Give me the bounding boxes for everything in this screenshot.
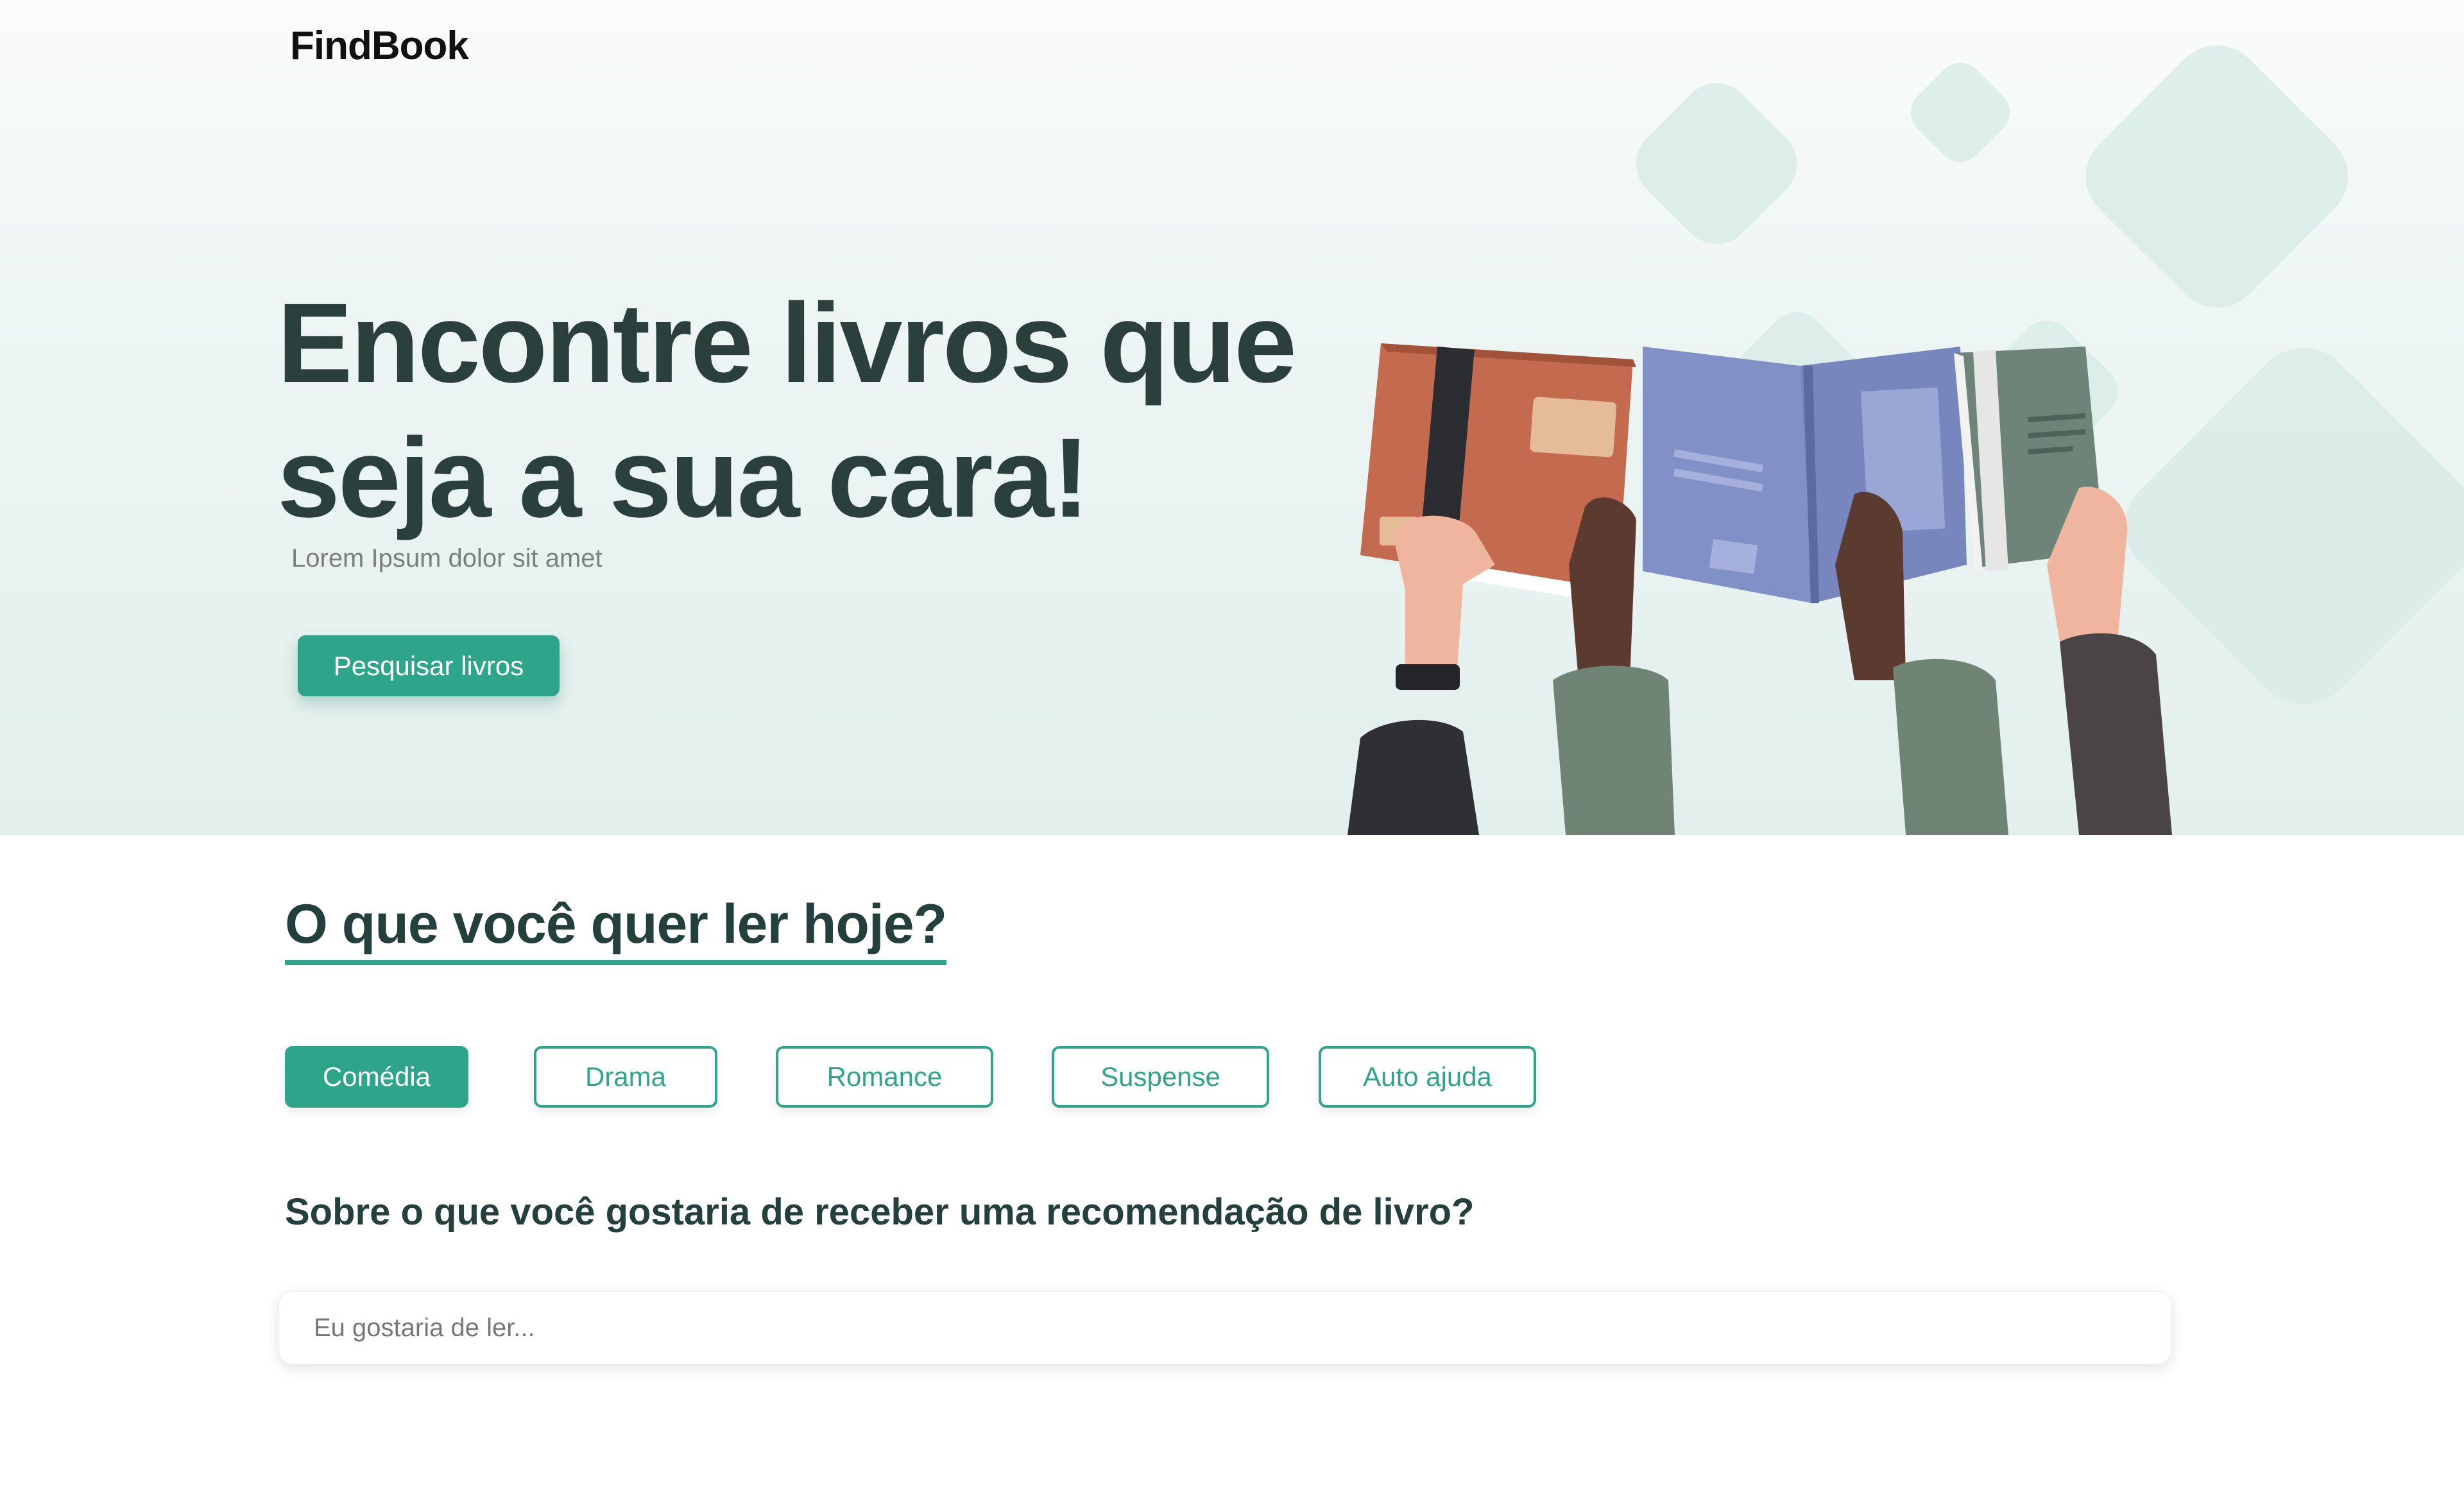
bg-diamond-shape <box>2067 26 2367 327</box>
hero-headline: Encontre livros que seja a sua cara! <box>277 276 1304 545</box>
bg-diamond-shape <box>1621 68 1812 259</box>
hands-holding-books-illustration <box>1348 343 2172 835</box>
genre-chip-auto-ajuda[interactable]: Auto ajuda <box>1319 1046 1536 1108</box>
genre-chip-suspense[interactable]: Suspense <box>1052 1046 1269 1108</box>
genres-title: O que você quer ler hoje? <box>285 892 947 965</box>
hero-headline-line-2: seja a sua cara! <box>277 415 1090 541</box>
hero-section: FindBook Encontre livros que seja a sua … <box>0 0 2464 835</box>
genre-chip-romance[interactable]: Romance <box>776 1046 993 1108</box>
blue-book-icon <box>1643 347 1967 603</box>
genre-chip-comedia[interactable]: Comédia <box>285 1046 468 1108</box>
brand-logo[interactable]: FindBook <box>290 23 469 69</box>
hero-headline-line-1: Encontre livros que <box>277 280 1297 406</box>
hero-subtext: Lorem Ipsum dolor sit amet <box>291 544 603 572</box>
recommendation-input[interactable] <box>278 1291 2171 1364</box>
genre-chip-drama[interactable]: Drama <box>534 1046 717 1108</box>
bg-diamond-shape <box>1901 53 2019 171</box>
recommendation-question: Sobre o que você gostaria de receber uma… <box>285 1191 1475 1233</box>
search-books-button[interactable]: Pesquisar livros <box>298 635 560 696</box>
